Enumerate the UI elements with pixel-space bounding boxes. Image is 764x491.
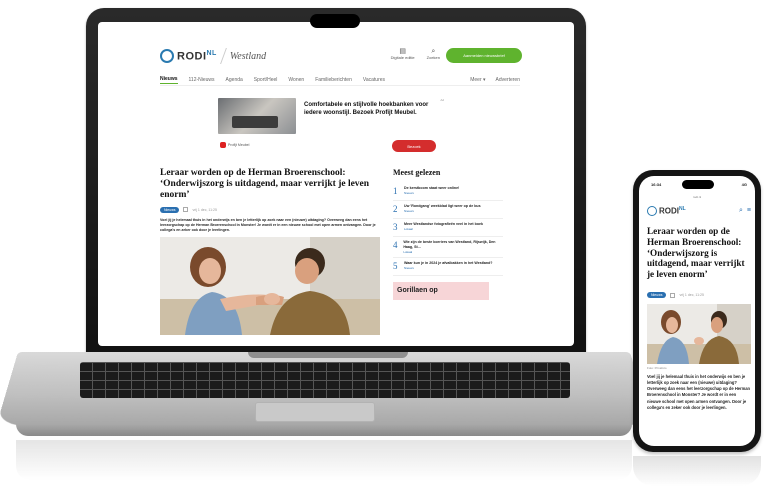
phone-photo-illustration [647,304,751,364]
list-item[interactable]: 2 Uw 'Rondgang' weekblad ligt weer op de… [393,201,503,219]
ad-cta-button[interactable]: Bezoek [392,140,436,152]
sidebar-title: Meest gelezen [393,168,441,177]
search-button[interactable]: ⌕ Zoeken [427,48,440,60]
nav-item-wonen[interactable]: Wonen [288,77,304,83]
most-read-sidebar: Meest gelezen 1 De kerstboom staat weer … [393,168,503,300]
logo-divider [219,48,227,64]
nav-item-nieuws[interactable]: Nieuws [160,76,178,84]
newsletter-button[interactable]: Aanmelden nieuwsbrief [446,48,522,63]
site-logo[interactable]: RODINL [177,50,217,63]
article-lead: Voel jij je helemaal thuis in het onderw… [160,217,376,233]
logo-icon[interactable] [647,206,657,216]
article: Leraar worden op de Herman Broerenschool… [160,168,380,336]
laptop-front-edge [16,424,632,436]
article-photo-illustration [160,237,380,336]
nav-item-familieberichten[interactable]: Familieberichten [315,77,352,83]
article-meta: Nieuws vrij 1 dec, 11:25 [160,206,380,213]
status-signal: 4G [741,182,747,187]
phone-site-logo[interactable]: RODINL [659,206,686,216]
sidebar-ad[interactable]: Gorillaen op [393,281,489,300]
list-item[interactable]: 1 De kerstboom staat weer online! Nieuws [393,183,503,201]
brand-logo-icon [220,142,226,148]
phone-article-photo [647,304,751,364]
phone-url: rodi.nl [692,195,702,199]
phone-header-icons: ⌕ ≡ [739,207,751,215]
nav-item-sport[interactable]: Sport/Heel [254,77,278,83]
phone-article-date: vrij 1 dec, 11:25 [679,293,704,297]
ad-text: Comfortabele en stijlvolle hoekbanken vo… [304,102,429,116]
nav-item-agenda[interactable]: Agenda [226,77,243,83]
phone-article-lead: Voel jij je helemaal thuis in het onderw… [647,374,751,410]
ad-brand: Profijt Meubel [220,142,249,148]
laptop-hinge [248,352,408,358]
phone-photo-caption: Foto: Privéfoto [647,366,667,370]
phone-article-meta: Nieuws vrij 1 dec, 11:25 [647,292,704,298]
digital-edition-button[interactable]: ▤ Digitale editie [391,48,415,60]
phone-dynamic-island [682,180,714,189]
laptop-screen: RODINL Westland ▤ Digitale editie ⌕ Zoek… [98,22,574,346]
article-title: Leraar worden op de Herman Broerenschool… [160,168,370,200]
category-badge[interactable]: Nieuws [647,292,667,298]
site-header: RODINL Westland ▤ Digitale editie ⌕ Zoek… [160,44,522,68]
laptop-reflection [16,440,632,480]
ad-banner[interactable]: Comfortabele en stijlvolle hoekbanken vo… [218,98,444,154]
ad-image [218,98,296,134]
status-time: 16:34 [651,182,662,187]
article-photo [160,237,380,336]
laptop-notch [310,14,360,28]
nav-item-adverteren[interactable]: Adverteren [496,77,520,83]
search-icon[interactable]: ⌕ [739,207,743,215]
header-tools: ▤ Digitale editie ⌕ Zoeken [391,48,440,60]
menu-icon[interactable]: ≡ [747,207,751,215]
list-item[interactable]: 4 Wie zijn de beste koeriers van Westlan… [393,237,503,258]
calendar-icon [670,292,676,298]
article-date: vrij 1 dec, 11:25 [192,207,217,212]
category-badge[interactable]: Nieuws [160,206,180,213]
phone-reflection [633,456,761,486]
phone-header: RODINL ⌕ ≡ [647,206,751,216]
list-item[interactable]: 5 Waar kun je in 2024 je afvalbakken in … [393,258,503,276]
calendar-icon [183,207,189,213]
phone-article-title: Leraar worden op de Herman Broerenschool… [647,226,745,280]
main-nav: Nieuws 112-Nieuws Agenda Sport/Heel Wone… [160,74,520,86]
list-item[interactable]: 3 Meer Westlandse fotografieën veel in h… [393,219,503,237]
keyboard [80,362,570,398]
logo-icon[interactable] [160,49,174,63]
trackpad [255,402,375,422]
nav-item-meer[interactable]: Meer ▾ [470,77,485,83]
region-label[interactable]: Westland [230,51,266,62]
phone-screen: 16:34 4G rodi.nl RODINL ⌕ ≡ Leraar worde… [639,176,755,446]
nav-item-vacatures[interactable]: Vacatures [363,77,385,83]
nav-item-112-nieuws[interactable]: 112-Nieuws [189,77,215,83]
nav-right: Meer ▾ Adverteren [470,77,520,83]
ad-marker: Ad [440,98,444,102]
